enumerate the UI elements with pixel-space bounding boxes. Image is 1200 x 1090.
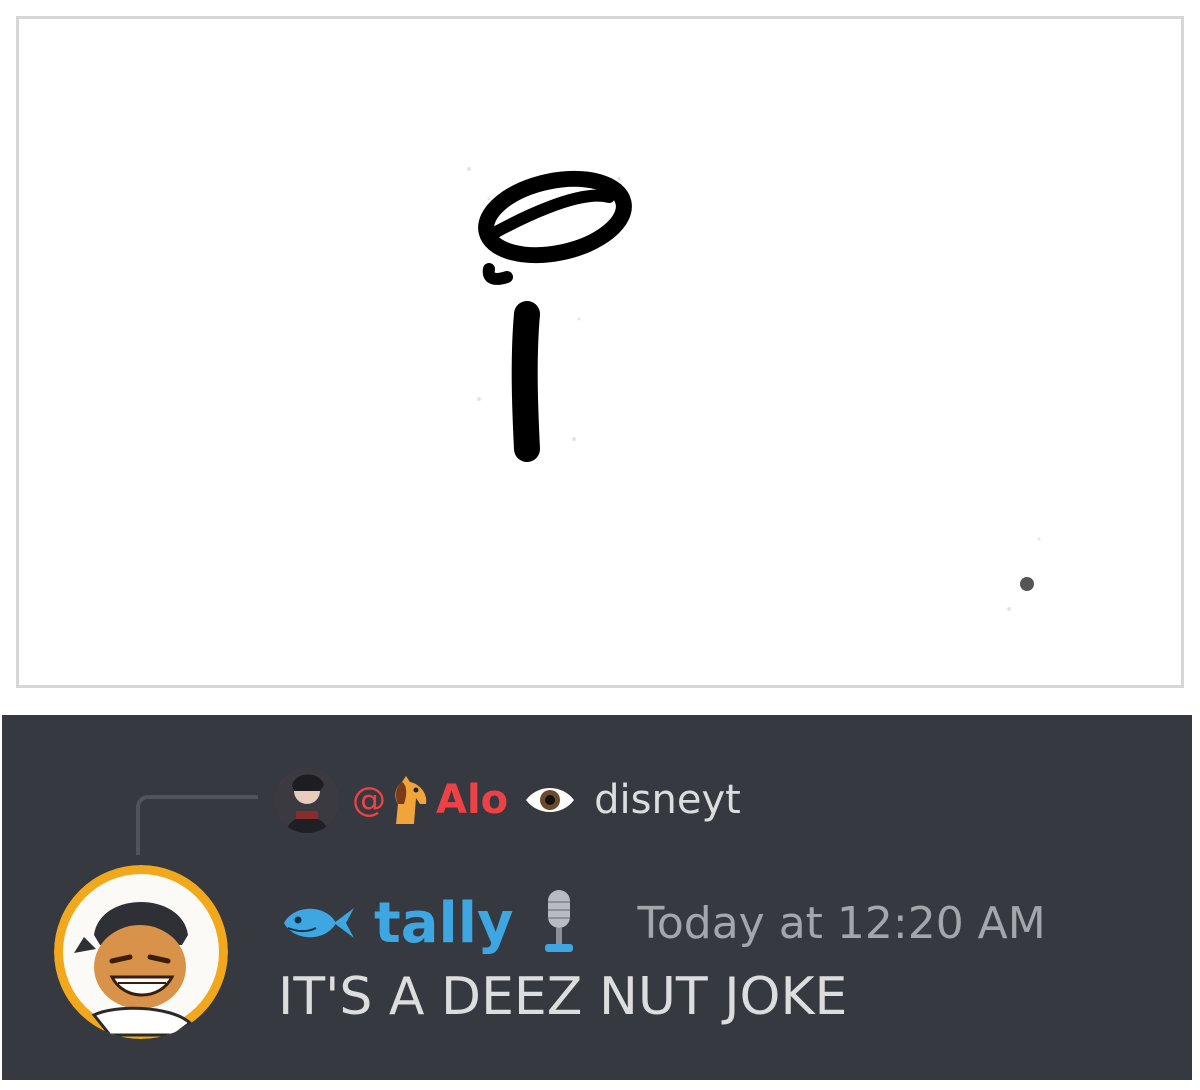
- reply-author-name[interactable]: Alo: [436, 777, 508, 823]
- reply-message-text[interactable]: disneyt: [594, 777, 741, 823]
- microphone-icon: [539, 888, 579, 958]
- chat-message-panel: @ Alo disneyt tally Today at 12:20 AM IT…: [2, 715, 1192, 1080]
- drawing-image: [16, 16, 1184, 688]
- user-avatar[interactable]: [54, 865, 228, 1039]
- fish-icon: [280, 900, 356, 946]
- doodle-drawing: [467, 167, 1041, 611]
- eye-icon: [524, 784, 576, 816]
- reply-avatar[interactable]: [274, 767, 340, 833]
- username[interactable]: tally: [374, 891, 513, 956]
- reply-preview[interactable]: @ Alo disneyt: [274, 765, 741, 835]
- message-header: tally Today at 12:20 AM: [280, 883, 1046, 963]
- message-timestamp: Today at 12:20 AM: [637, 897, 1046, 949]
- horse-icon: [386, 774, 430, 826]
- reply-mention-at: @: [352, 780, 386, 820]
- reply-connector: [136, 795, 258, 855]
- message-content: IT'S A DEEZ NUT JOKE: [278, 967, 848, 1027]
